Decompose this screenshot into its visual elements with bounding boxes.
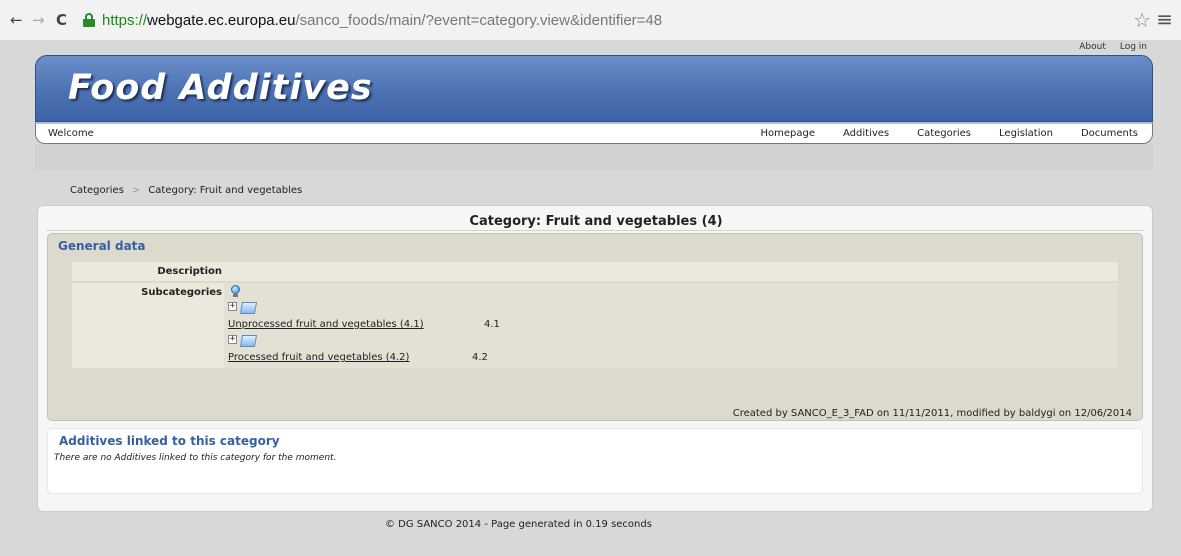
expand-icon[interactable]: + bbox=[228, 335, 237, 344]
subcategory-link[interactable]: Processed fruit and vegetables (4.2) bbox=[228, 352, 409, 363]
main-menu: Homepage Additives Categories Legislatio… bbox=[760, 128, 1138, 139]
subcategories-tree: + Unprocessed fruit and vegetables (4.1)… bbox=[224, 283, 1118, 368]
breadcrumb-separator: > bbox=[131, 185, 141, 196]
address-bar[interactable]: https://webgate.ec.europa.eu/sanco_foods… bbox=[78, 7, 1150, 33]
subcategories-row: Subcategories + Unprocessed fruit and ve… bbox=[72, 283, 1118, 368]
menu-item-homepage[interactable]: Homepage bbox=[760, 128, 815, 139]
linked-additives-title: Additives linked to this category bbox=[59, 434, 280, 448]
general-data-title: General data bbox=[58, 239, 146, 253]
page-footer: © DG SANCO 2014 - Page generated in 0.19… bbox=[385, 519, 652, 530]
menu-item-legislation[interactable]: Legislation bbox=[999, 128, 1053, 139]
about-link[interactable]: About bbox=[1079, 42, 1106, 52]
globe-icon bbox=[230, 285, 240, 297]
reload-icon[interactable]: C bbox=[56, 10, 67, 30]
subcategory-link[interactable]: Unprocessed fruit and vegetables (4.1) bbox=[228, 319, 424, 330]
main-menu-bar: Welcome Homepage Additives Categories Le… bbox=[35, 122, 1153, 144]
welcome-text: Welcome bbox=[48, 128, 94, 139]
top-links: About Log in bbox=[1079, 42, 1147, 52]
menu-item-additives[interactable]: Additives bbox=[843, 128, 889, 139]
expand-icon[interactable]: + bbox=[228, 302, 237, 311]
tree-item: + Unprocessed fruit and vegetables (4.1)… bbox=[228, 302, 628, 334]
bookmark-star-icon[interactable]: ☆ bbox=[1133, 8, 1151, 32]
login-link[interactable]: Log in bbox=[1120, 42, 1147, 52]
page-title: Category: Fruit and vegetables (4) bbox=[469, 214, 723, 229]
folder-icon bbox=[239, 302, 258, 314]
browser-menu-icon[interactable]: ≡ bbox=[1156, 7, 1173, 31]
back-icon[interactable]: ← bbox=[10, 10, 23, 30]
site-header: Food Additives bbox=[35, 55, 1153, 122]
description-label: Description bbox=[157, 266, 222, 277]
breadcrumb-current: Category: Fruit and vegetables bbox=[148, 185, 303, 196]
menu-item-documents[interactable]: Documents bbox=[1081, 128, 1138, 139]
subcategory-code: 4.1 bbox=[484, 319, 500, 330]
menu-item-categories[interactable]: Categories bbox=[917, 128, 971, 139]
subcategories-label: Subcategories bbox=[141, 287, 222, 298]
breadcrumb: Categories > Category: Fruit and vegetable… bbox=[70, 185, 302, 196]
lock-icon bbox=[82, 13, 96, 27]
created-info: Created by SANCO_E_3_FAD on 11/11/2011, … bbox=[732, 408, 1132, 419]
subcategory-code: 4.2 bbox=[472, 352, 488, 363]
site-title: Food Additives bbox=[68, 68, 373, 108]
category-panel: Category: Fruit and vegetables (4) Gener… bbox=[37, 205, 1153, 512]
url-path: /sanco_foods/main/?event=category.view&i… bbox=[295, 11, 663, 29]
linked-additives-section: Additives linked to this category There … bbox=[47, 428, 1143, 494]
description-row: Description bbox=[72, 262, 1118, 281]
url-host: webgate.ec.europa.eu bbox=[147, 11, 296, 29]
folder-icon bbox=[239, 335, 258, 347]
tree-item: + Processed fruit and vegetables (4.2) 4… bbox=[228, 335, 628, 367]
url-scheme: https:// bbox=[102, 11, 148, 29]
browser-toolbar: ← → C https://webgate.ec.europa.eu/sanco… bbox=[0, 0, 1181, 40]
divider bbox=[46, 230, 1144, 231]
forward-icon[interactable]: → bbox=[32, 10, 45, 30]
general-data-section: General data Description Subcategories +… bbox=[47, 233, 1143, 421]
header-shade bbox=[35, 144, 1153, 170]
breadcrumb-categories[interactable]: Categories bbox=[70, 185, 124, 196]
linked-additives-message: There are no Additives linked to this ca… bbox=[54, 453, 337, 463]
